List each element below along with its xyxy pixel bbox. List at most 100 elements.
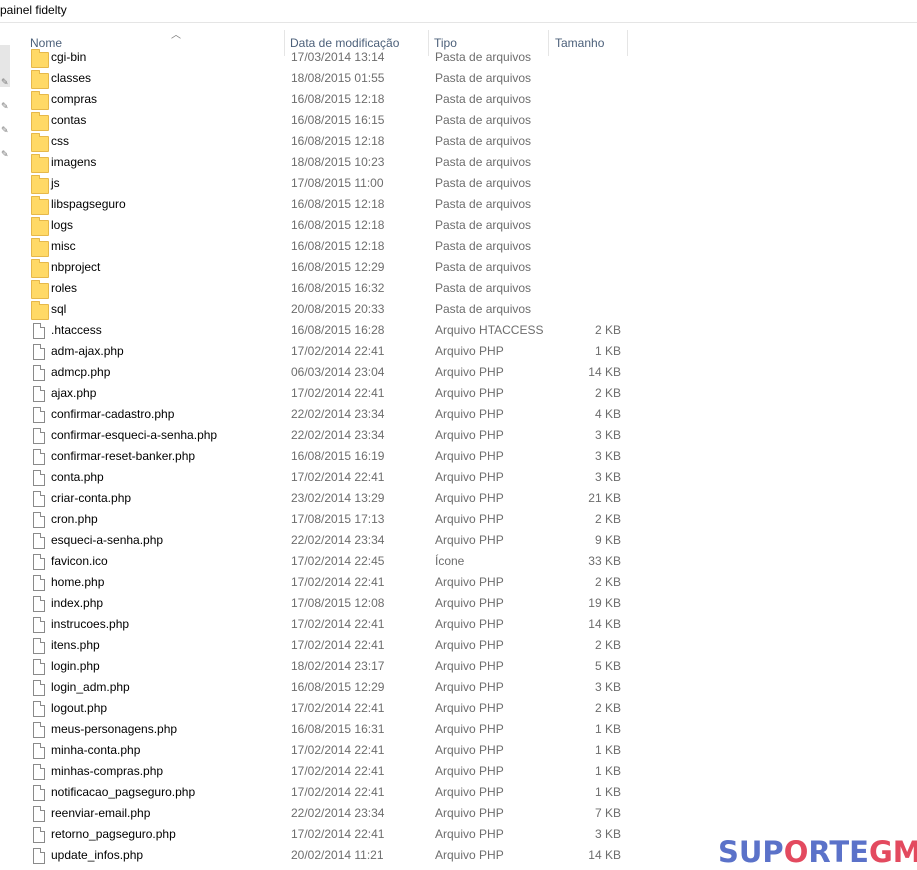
file-type: Arquivo PHP [435, 491, 504, 505]
file-type: Arquivo PHP [435, 449, 504, 463]
file-size: 1 KB [594, 743, 621, 757]
file-row[interactable]: favicon.ico 17/02/2014 22:45 Ícone 33 KB [0, 551, 917, 572]
file-row[interactable]: index.php 17/08/2015 12:08 Arquivo PHP 19 K… [0, 593, 917, 614]
file-type: Pasta de arquivos [435, 218, 532, 232]
file-size: 5 KB [594, 659, 621, 673]
file-name: login_adm.php [51, 680, 130, 694]
file-row[interactable]: logout.php 17/02/2014 22:41 Arquivo PHP 2 K… [0, 698, 917, 719]
file-type: Ícone [435, 554, 465, 568]
file-row[interactable]: notificacao_pagseguro.php 17/02/2014 22:4… [0, 782, 917, 803]
file-date: 17/02/2014 22:41 [291, 785, 385, 799]
file-row[interactable]: admcp.php 06/03/2014 23:04 Arquivo PHP 14 K… [0, 362, 917, 383]
file-row[interactable]: ajax.php 17/02/2014 22:41 Arquivo PHP 2 KB [0, 383, 917, 404]
file-date: 17/08/2015 11:00 [291, 176, 384, 190]
file-name: nbproject [51, 260, 101, 274]
file-name: css [51, 134, 69, 148]
file-size: 2 KB [594, 638, 621, 652]
file-row[interactable]: home.php 17/02/2014 22:41 Arquivo PHP 2 KB [0, 572, 917, 593]
file-type: Arquivo PHP [435, 806, 504, 820]
title-bar: painel fidelty [0, 0, 917, 23]
file-row[interactable]: reenviar-email.php 22/02/2014 23:34 Arquiv… [0, 803, 917, 824]
file-name: notificacao_pagseguro.php [51, 785, 196, 799]
file-row[interactable]: imagens 18/08/2015 10:23 Pasta de arquivos [0, 152, 917, 173]
folder-icon [31, 238, 49, 257]
file-name: meus-personagens.php [51, 722, 178, 736]
file-size: 2 KB [594, 575, 621, 589]
file-type: Arquivo PHP [435, 617, 504, 631]
file-icon [33, 743, 45, 759]
watermark-part: SUP [718, 835, 784, 869]
file-size: 7 KB [594, 806, 621, 820]
file-row[interactable]: adm-ajax.php 17/02/2014 22:41 Arquivo PHP 1… [0, 341, 917, 362]
file-row[interactable]: libspagseguro 16/08/2015 12:18 Pasta de ar… [0, 194, 917, 215]
file-name: compras [51, 92, 98, 106]
file-name: confirmar-esqueci-a-senha.php [51, 428, 218, 442]
file-date: 16/08/2015 16:32 [291, 281, 385, 295]
file-row[interactable]: misc 16/08/2015 12:18 Pasta de arquivos [0, 236, 917, 257]
watermark-part: O [783, 835, 809, 869]
file-date: 17/02/2014 22:41 [291, 638, 385, 652]
file-row[interactable]: login.php 18/02/2014 23:17 Arquivo PHP 5 KB [0, 656, 917, 677]
file-type: Arquivo PHP [435, 659, 504, 673]
file-row[interactable]: compras 16/08/2015 12:18 Pasta de arquivos [0, 89, 917, 110]
file-name: instrucoes.php [51, 617, 130, 631]
file-size: 4 KB [594, 407, 621, 421]
file-date: 20/02/2014 11:21 [291, 848, 384, 862]
file-name: roles [51, 281, 78, 295]
file-name: favicon.ico [51, 554, 108, 568]
file-type: Arquivo PHP [435, 722, 504, 736]
file-date: 18/08/2015 01:55 [291, 71, 385, 85]
file-date: 22/02/2014 23:34 [291, 806, 385, 820]
file-icon [33, 512, 45, 528]
file-name: contas [51, 113, 87, 127]
file-date: 20/08/2015 20:33 [291, 302, 385, 316]
file-row[interactable]: criar-conta.php 23/02/2014 13:29 Arquivo P… [0, 488, 917, 509]
file-row[interactable]: roles 16/08/2015 16:32 Pasta de arquivos [0, 278, 917, 299]
file-icon [33, 659, 45, 675]
file-row[interactable]: .htaccess 16/08/2015 16:28 Arquivo HTACCES… [0, 320, 917, 341]
file-size: 3 KB [594, 680, 621, 694]
file-icon [33, 785, 45, 801]
watermark-part: RTE [808, 835, 869, 869]
file-date: 06/03/2014 23:04 [291, 365, 385, 379]
file-icon [33, 638, 45, 654]
file-row[interactable]: instrucoes.php 17/02/2014 22:41 Arquivo PH… [0, 614, 917, 635]
file-row[interactable]: classes 18/08/2015 01:55 Pasta de arquivos [0, 68, 917, 89]
file-row[interactable]: confirmar-esqueci-a-senha.php 22/02/2014 … [0, 425, 917, 446]
file-row[interactable]: logs 16/08/2015 12:18 Pasta de arquivos [0, 215, 917, 236]
file-date: 17/02/2014 22:41 [291, 386, 385, 400]
file-name: login.php [51, 659, 100, 673]
file-type: Arquivo PHP [435, 575, 504, 589]
file-row[interactable]: js 17/08/2015 11:00 Pasta de arquivos [0, 173, 917, 194]
file-type: Arquivo PHP [435, 701, 504, 715]
file-date: 17/02/2014 22:41 [291, 743, 385, 757]
file-type: Pasta de arquivos [435, 50, 532, 64]
file-date: 17/08/2015 17:13 [291, 512, 385, 526]
file-row[interactable]: esqueci-a-senha.php 22/02/2014 23:34 Arqui… [0, 530, 917, 551]
file-row[interactable]: itens.php 17/02/2014 22:41 Arquivo PHP 2 KB [0, 635, 917, 656]
file-row[interactable]: confirmar-cadastro.php 22/02/2014 23:34 Ar… [0, 404, 917, 425]
folder-icon [31, 175, 49, 194]
file-row[interactable]: sql 20/08/2015 20:33 Pasta de arquivos [0, 299, 917, 320]
file-name: cron.php [51, 512, 98, 526]
file-icon [33, 617, 45, 633]
file-name: logs [51, 218, 74, 232]
file-row[interactable]: login_adm.php 16/08/2015 12:29 Arquivo PHP… [0, 677, 917, 698]
file-icon [33, 848, 45, 864]
file-icon [33, 680, 45, 696]
file-row[interactable]: meus-personagens.php 16/08/2015 16:31 Arqu… [0, 719, 917, 740]
file-row[interactable]: confirmar-reset-banker.php 16/08/2015 16:… [0, 446, 917, 467]
file-size: 14 KB [588, 848, 621, 862]
file-name: js [51, 176, 60, 190]
file-row[interactable]: minhas-compras.php 17/02/2014 22:41 Arquiv… [0, 761, 917, 782]
file-date: 17/02/2014 22:41 [291, 575, 385, 589]
file-row[interactable]: minha-conta.php 17/02/2014 22:41 Arquivo P… [0, 740, 917, 761]
file-row[interactable]: cgi-bin 17/03/2014 13:14 Pasta de arquivos [0, 48, 917, 68]
file-row[interactable]: conta.php 17/02/2014 22:41 Arquivo PHP 3 KB [0, 467, 917, 488]
file-row[interactable]: cron.php 17/08/2015 17:13 Arquivo PHP 2 KB [0, 509, 917, 530]
file-row[interactable]: css 16/08/2015 12:18 Pasta de arquivos [0, 131, 917, 152]
file-icon [33, 554, 45, 570]
file-row[interactable]: contas 16/08/2015 16:15 Pasta de arquivos [0, 110, 917, 131]
file-row[interactable]: nbproject 16/08/2015 12:29 Pasta de arquiv… [0, 257, 917, 278]
file-type: Arquivo PHP [435, 743, 504, 757]
